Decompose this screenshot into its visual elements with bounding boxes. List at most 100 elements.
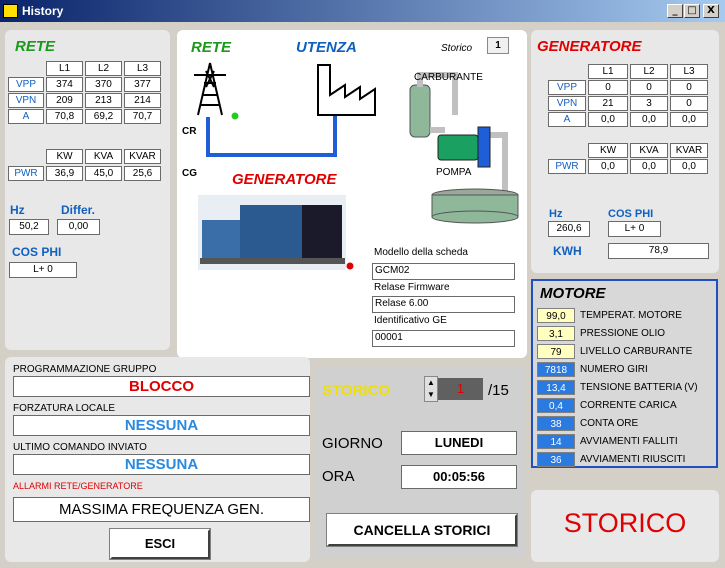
firmware-field: Relase 6.00 (372, 296, 515, 313)
cg-label: CG (182, 168, 197, 179)
gen-col-header: L3 (670, 64, 708, 79)
storico-spinner[interactable]: ▲ ▼ (424, 376, 438, 402)
gen-cell: 21 (588, 96, 628, 111)
motore-value: 79 (537, 344, 575, 359)
prog-label: PROGRAMMAZIONE GRUPPO (13, 364, 157, 375)
pump-icon (437, 134, 479, 161)
forzatura-value: NESSUNA (13, 415, 310, 436)
prog-value: BLOCCO (13, 376, 310, 397)
factory-icon (317, 64, 376, 116)
rete-col-header: L3 (124, 61, 161, 76)
gen-hz-value: 260,6 (548, 221, 590, 237)
id-field: 00001 (372, 330, 515, 347)
gen-title: GENERATORE (537, 38, 642, 55)
fuel-tank-icon (409, 84, 431, 138)
minimize-button[interactable]: _ (667, 4, 683, 18)
generator-image (198, 195, 346, 270)
rete-cell: 370 (85, 77, 122, 92)
storico-small-label: Storico (441, 43, 473, 54)
motore-label: PRESSIONE OLIO (580, 328, 666, 339)
gen-pwr-header: KW (588, 143, 628, 158)
cancella-storici-button[interactable]: CANCELLA STORICI (326, 513, 518, 547)
rete-hz-value: 50,2 (9, 219, 49, 235)
rete-cell: 209 (46, 93, 83, 108)
ultimo-value: NESSUNA (13, 454, 310, 475)
motore-value: 99,0 (537, 308, 575, 323)
motore-value: 3,1 (537, 326, 575, 341)
gen-pwr-label: PWR (548, 159, 586, 174)
motore-value: 0,4 (537, 398, 575, 413)
firmware-label: Relase Firmware (374, 282, 450, 293)
motore-label: NUMERO GIRI (580, 364, 648, 375)
rete-title: RETE (15, 38, 56, 55)
storico-total: /15 (488, 382, 509, 399)
motore-label: CORRENTE CARICA (580, 400, 677, 411)
gen-kwh-value: 78,9 (608, 243, 709, 259)
rete-cosphi-label: COS PHI (12, 245, 62, 259)
connection-line (206, 97, 337, 157)
plant-diagram (194, 62, 519, 270)
allarmi-label: ALLARMI RETE/GENERATORE (13, 481, 143, 491)
app-icon (3, 4, 18, 18)
rete-pwr-header: KVA (85, 149, 122, 164)
generator-status-led (346, 262, 354, 270)
rete-hz-label: Hz (10, 203, 25, 217)
rete-pwr-label: PWR (8, 166, 44, 181)
gen-cell: 0,0 (630, 112, 668, 127)
gen-pwr-cell: 0,0 (670, 159, 708, 174)
diagram-generatore-label: GENERATORE (232, 171, 337, 188)
esci-button[interactable]: ESCI (109, 528, 211, 560)
motore-title: MOTORE (540, 285, 606, 302)
gen-row-label: VPP (548, 80, 586, 95)
motore-label: TENSIONE BATTERIA (V) (580, 382, 698, 393)
gen-cell: 0,0 (670, 112, 708, 127)
diagram-rete-label: RETE (191, 39, 232, 56)
rete-row-label: VPP (8, 77, 44, 92)
motore-value: 38 (537, 416, 575, 431)
title-bar: History _ □ X (0, 0, 725, 22)
gen-cell: 0 (670, 80, 708, 95)
gen-cell: 0 (630, 80, 668, 95)
motore-value: 36 (537, 452, 575, 467)
maximize-button[interactable]: □ (684, 4, 700, 18)
gen-cell: 0,0 (588, 112, 628, 127)
gen-col-header: L1 (588, 64, 628, 79)
rete-status-led (231, 112, 239, 120)
gen-hz-label: Hz (549, 208, 563, 220)
rete-col-header: L1 (46, 61, 83, 76)
storico-small-value: 1 (487, 37, 509, 54)
gen-pwr-cell: 0,0 (588, 159, 628, 174)
rete-col-header: L2 (85, 61, 122, 76)
gen-cosphi-value: L+ 0 (608, 221, 661, 237)
giorno-label: GIORNO (322, 435, 383, 452)
rete-pwr-cell: 45,0 (85, 166, 122, 181)
gen-cell: 3 (630, 96, 668, 111)
forzatura-label: FORZATURA LOCALE (13, 403, 116, 414)
window-title: History (22, 4, 64, 18)
rete-cell: 377 (124, 77, 161, 92)
rete-pwr-cell: 36,9 (46, 166, 83, 181)
carburante-label: CARBURANTE (414, 72, 483, 83)
gen-col-header: L2 (630, 64, 668, 79)
rete-cell: 69,2 (85, 109, 122, 124)
rete-pwr-header: KW (46, 149, 83, 164)
gen-pwr-header: KVAR (670, 143, 708, 158)
motore-label: AVVIAMENTI FALLITI (580, 436, 678, 447)
modello-label: Modello della scheda (374, 247, 468, 258)
rete-pwr-header: KVAR (124, 149, 161, 164)
pylon-icon (194, 62, 226, 116)
id-label: Identificativo GE (374, 315, 447, 326)
storico-index[interactable]: 1 (438, 378, 483, 400)
storico-status-text: STORICO (563, 508, 687, 538)
gen-pwr-cell: 0,0 (630, 159, 668, 174)
motore-value: 7818 (537, 362, 575, 377)
close-button[interactable]: X (703, 4, 719, 18)
motore-label: AVVIAMENTI RIUSCITI (580, 454, 686, 465)
gen-cell: 0 (670, 96, 708, 111)
rete-row-label: A (8, 109, 44, 124)
gen-pwr-header: KVA (630, 143, 668, 158)
gen-row-label: A (548, 112, 586, 127)
cr-label: CR (182, 126, 197, 137)
ultimo-label: ULTIMO COMANDO INVIATO (13, 442, 147, 453)
gen-row-label: VPN (548, 96, 586, 111)
